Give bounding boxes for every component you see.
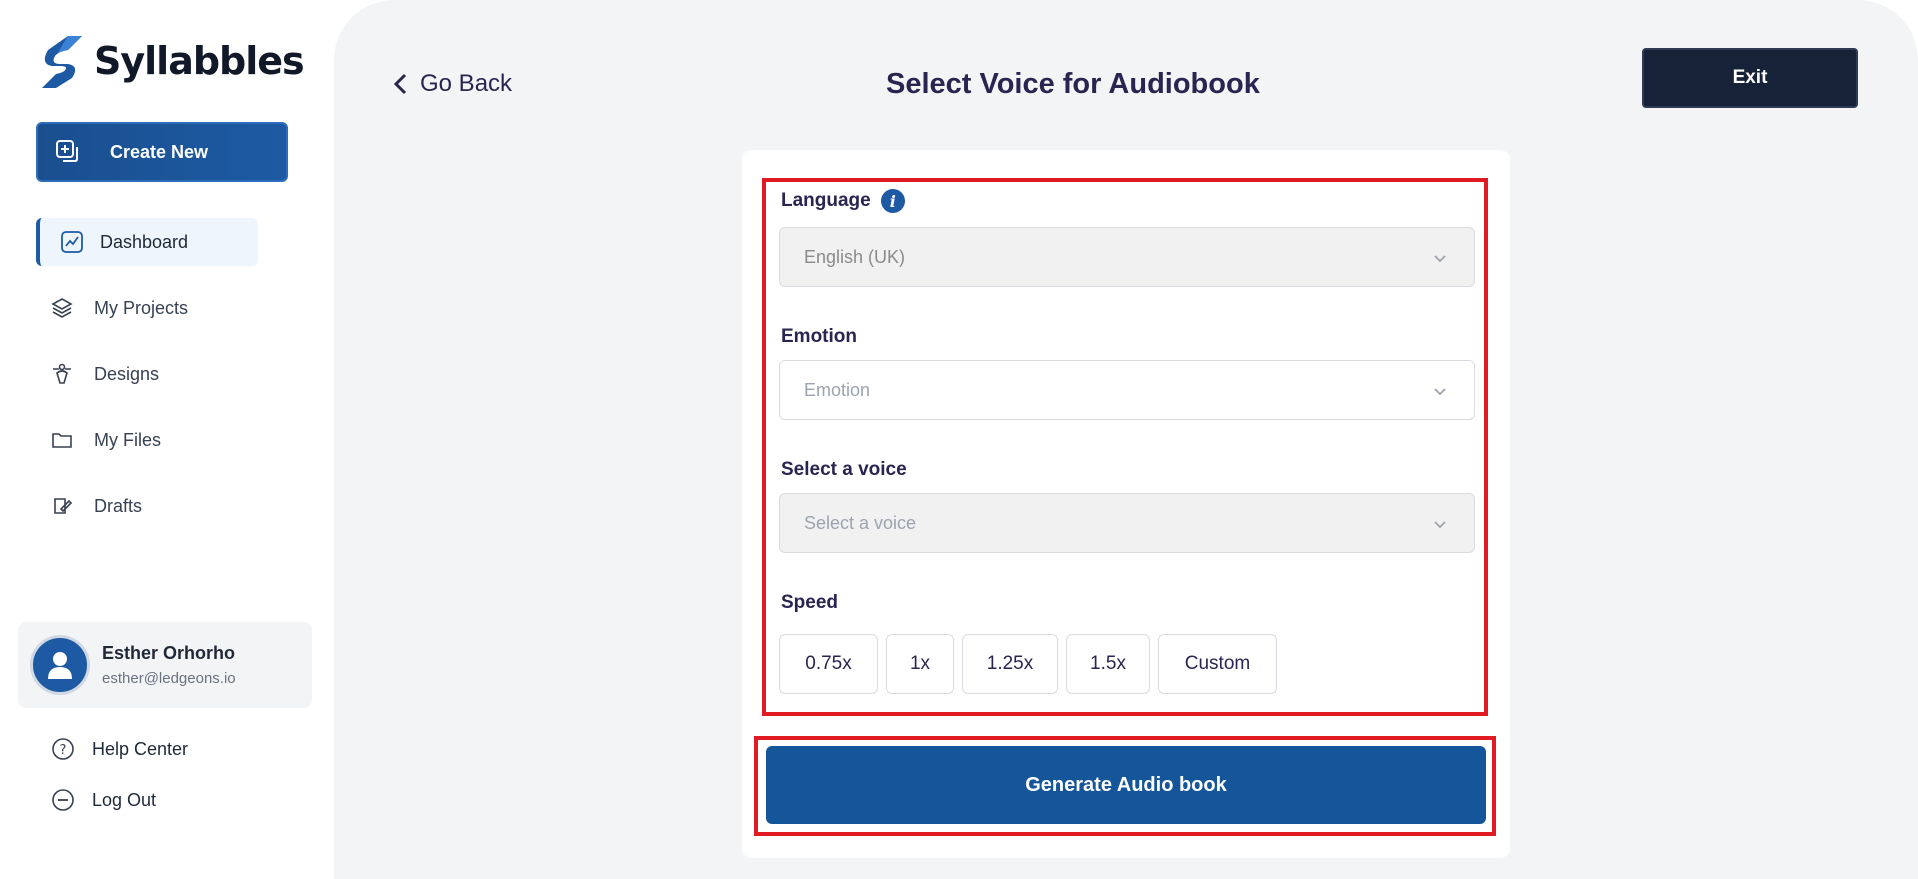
create-new-button[interactable]: Create New — [36, 122, 288, 182]
user-avatar-icon — [48, 652, 72, 679]
help-center-label: Help Center — [92, 738, 189, 759]
user-card[interactable]: Esther Orhorho esther@ledgeons.io — [18, 622, 312, 708]
page-title: Select Voice for Audiobook — [886, 68, 1260, 100]
create-new-label: Create New — [110, 141, 209, 162]
create-new-icon — [46, 130, 90, 174]
help-icon: ? — [50, 736, 76, 762]
user-name: Esther Orhorho — [102, 643, 236, 663]
chevron-left-icon — [393, 73, 407, 95]
sidebar: Syllabbles Create New Dashboard My Proje… — [0, 0, 334, 879]
avatar — [30, 635, 90, 695]
sidebar-nav: Dashboard My Projects Designs My Files D… — [36, 218, 296, 548]
log-out-link[interactable]: Log Out — [50, 785, 188, 815]
drafts-icon — [50, 494, 74, 518]
logo-mark-icon — [42, 36, 82, 88]
help-center-link[interactable]: ? Help Center — [50, 734, 188, 764]
bottom-links: ? Help Center Log Out — [50, 734, 188, 836]
sidebar-item-label: Designs — [94, 363, 160, 384]
sidebar-item-dashboard[interactable]: Dashboard — [36, 218, 258, 266]
sidebar-item-label: Drafts — [94, 495, 143, 516]
svg-text:?: ? — [60, 743, 67, 758]
sidebar-item-designs[interactable]: Designs — [36, 350, 258, 398]
sidebar-item-drafts[interactable]: Drafts — [36, 482, 258, 530]
log-out-label: Log Out — [92, 789, 157, 810]
logout-icon — [50, 787, 76, 813]
sidebar-item-my-projects[interactable]: My Projects — [36, 284, 258, 332]
highlight-generate-button — [754, 736, 1496, 836]
logo[interactable]: Syllabbles — [38, 34, 305, 88]
pen-tool-icon — [50, 362, 74, 386]
user-email: esther@ledgeons.io — [102, 670, 236, 687]
exit-button[interactable]: Exit — [1642, 48, 1858, 108]
go-back-button[interactable]: Go Back — [392, 70, 512, 98]
go-back-label: Go Back — [420, 70, 513, 97]
sidebar-item-label: My Files — [94, 429, 161, 450]
folder-icon — [50, 428, 74, 452]
sidebar-item-label: My Projects — [94, 297, 189, 318]
brand-name: Syllabbles — [94, 39, 305, 83]
chart-icon — [60, 230, 84, 254]
user-info: Esther Orhorho esther@ledgeons.io — [102, 643, 236, 687]
layers-icon — [50, 296, 74, 320]
highlight-form-fields — [762, 178, 1488, 716]
sidebar-item-my-files[interactable]: My Files — [36, 416, 258, 464]
sidebar-item-label: Dashboard — [100, 231, 189, 252]
